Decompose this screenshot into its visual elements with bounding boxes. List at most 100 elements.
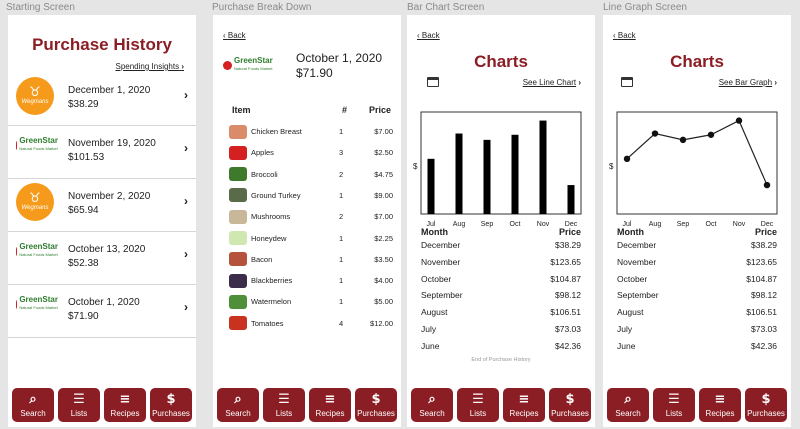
calendar-icon[interactable] (621, 77, 633, 87)
month-name: July (421, 324, 437, 334)
tab-label: Search (615, 408, 641, 418)
purchase-amount: $65.94 (68, 205, 99, 216)
col-month: Month (617, 227, 644, 237)
tab-search[interactable]: ⌕ Search (411, 388, 453, 422)
col-item: Item (232, 105, 251, 115)
tab-label: Recipes (315, 408, 345, 418)
purchase-row[interactable]: ♉ Wegmans December 1, 2020 $38.29 › (8, 73, 196, 126)
bar-oct (511, 134, 519, 214)
item-name: Blackberries (251, 276, 293, 286)
see-bar-graph-link[interactable]: See Bar Graph › (719, 78, 777, 87)
point-sep (679, 136, 687, 144)
tab-search[interactable]: ⌕ Search (12, 388, 54, 422)
bar-nov (539, 120, 547, 214)
tab-search[interactable]: ⌕ Search (607, 388, 649, 422)
purchase-row[interactable]: GreenStar Natural Foods Market November 19… (8, 126, 196, 179)
item-image (229, 209, 247, 224)
col-price: Price (558, 227, 581, 237)
tab-label: Purchases (357, 408, 395, 418)
tab-label: Search (225, 408, 251, 418)
item-name: Tomatoes (251, 318, 284, 328)
wegmans-logo: ♉ Wegmans (16, 77, 54, 115)
month-price: $42.36 (751, 340, 777, 351)
see-line-chart-link[interactable]: See Line Chart › (523, 78, 581, 87)
month-row: November $123.65 (421, 257, 581, 267)
greenstar-logo: GreenStar Natural Foods Market (16, 296, 58, 312)
month-price: $104.87 (746, 273, 777, 284)
page-title: Charts (670, 52, 724, 71)
tab-recipes[interactable]: ≡ Recipes (309, 388, 351, 422)
item-qty: 2 (339, 169, 344, 179)
col-price: Price (368, 105, 391, 115)
month-price: $73.03 (751, 324, 777, 334)
month-price: $42.36 (555, 340, 581, 351)
item-image (229, 273, 247, 288)
tab-lists[interactable]: ☰ Lists (263, 388, 305, 422)
tab-lists[interactable]: ☰ Lists (457, 388, 499, 422)
spending-insights-link[interactable]: Spending Insights › (115, 62, 184, 71)
month-name: November (421, 256, 461, 267)
item-row: Tomatoes 4 $12.00 (229, 313, 393, 334)
purchase-total: $71.90 (296, 66, 333, 80)
back-button[interactable]: ‹ Back (223, 31, 246, 40)
month-price: $123.65 (746, 256, 777, 267)
item-name: Chicken Breast (251, 127, 302, 136)
bar-sep (483, 139, 491, 214)
purchase-row[interactable]: GreenStar Natural Foods Market October 1, … (8, 285, 196, 338)
item-image (229, 294, 247, 309)
item-price: $9.00 (374, 190, 393, 200)
calendar-icon[interactable] (427, 77, 439, 87)
recipes-icon: ≡ (518, 391, 530, 407)
item-row: Apples 3 $2.50 (229, 142, 393, 163)
month-row: July $73.03 (617, 324, 777, 334)
tab-purchases[interactable]: $ Purchases (549, 388, 591, 422)
back-button[interactable]: ‹ Back (613, 31, 636, 40)
tab-recipes[interactable]: ≡ Recipes (699, 388, 741, 422)
tab-purchases[interactable]: $ Purchases (150, 388, 192, 422)
item-name: Mushrooms (251, 212, 291, 222)
tab-recipes[interactable]: ≡ Recipes (503, 388, 545, 422)
back-button[interactable]: ‹ Back (417, 31, 440, 40)
month-name: August (421, 307, 448, 318)
item-image (229, 124, 247, 139)
month-row: August $106.51 (421, 307, 581, 317)
item-image (229, 145, 247, 160)
page-title: Charts (474, 52, 528, 71)
item-image (229, 252, 247, 267)
tab-lists[interactable]: ☰ Lists (653, 388, 695, 422)
tab-lists[interactable]: ☰ Lists (58, 388, 100, 422)
item-row: Broccoli 2 $4.75 (229, 164, 393, 185)
tab-purchases[interactable]: $ Purchases (355, 388, 397, 422)
month-name: June (421, 340, 440, 351)
item-row: Blackberries 1 $4.00 (229, 270, 393, 291)
item-image (229, 188, 247, 203)
month-price: $98.12 (555, 290, 581, 301)
tab-purchases[interactable]: $ Purchases (745, 388, 787, 422)
plot-frame (616, 111, 778, 215)
frame-label-start: Starting Screen (6, 2, 75, 13)
month-name: November (617, 256, 657, 267)
purchase-date: November 19, 2020 (68, 138, 156, 149)
line-chart: $Jul Aug Sep Oct Nov Dec (609, 111, 778, 228)
wegmans-logo: ♉ Wegmans (16, 183, 54, 221)
item-row: Bacon 1 $3.50 (229, 249, 393, 270)
list-icon: ☰ (668, 391, 680, 407)
purchase-row[interactable]: ♉ Wegmans November 2, 2020 $65.94 › (8, 179, 196, 232)
frame-label-breakdown: Purchase Break Down (212, 2, 312, 13)
item-price: $4.00 (374, 276, 393, 286)
tab-label: Lists (469, 408, 487, 418)
purchase-row[interactable]: GreenStar Natural Foods Market October 13,… (8, 232, 196, 285)
item-price: $3.50 (374, 254, 393, 264)
purchase-amount: $71.90 (68, 311, 99, 322)
month-row: December $38.29 (421, 240, 581, 250)
plot-frame (420, 111, 582, 215)
item-qty: 1 (339, 233, 344, 243)
tab-search[interactable]: ⌕ Search (217, 388, 259, 422)
dollar-icon: $ (371, 391, 381, 407)
month-price: $123.65 (550, 256, 581, 267)
tab-bar: ⌕ Search ☰ Lists ≡ Recipes $ Purchases (603, 381, 791, 427)
purchase-date: October 13, 2020 (68, 244, 146, 255)
item-row: Chicken Breast 1 $7.00 (229, 121, 393, 142)
tab-recipes[interactable]: ≡ Recipes (104, 388, 146, 422)
month-row: September $98.12 (617, 290, 777, 300)
